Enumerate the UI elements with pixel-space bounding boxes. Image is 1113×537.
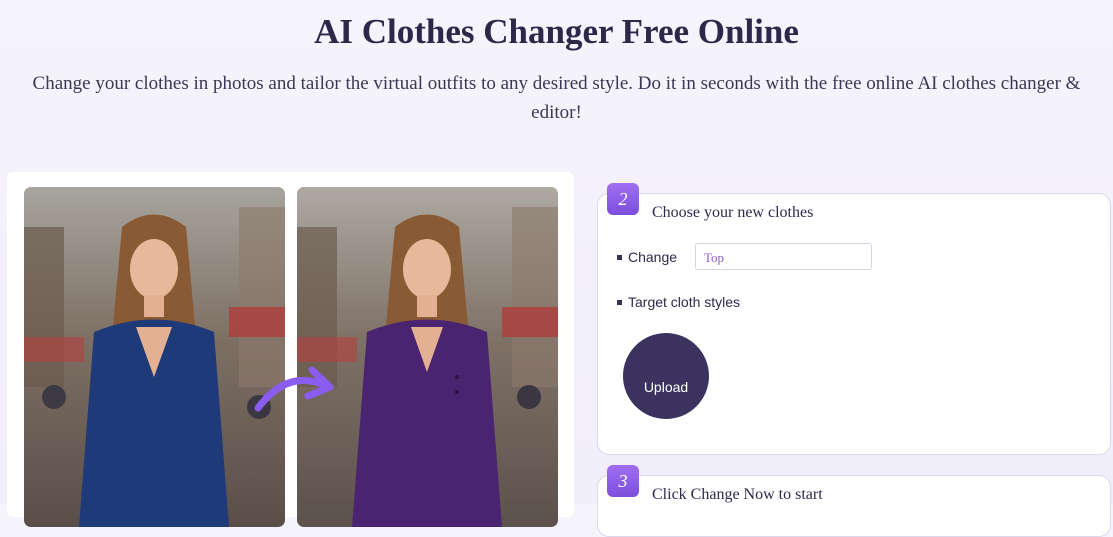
step-3-title: Click Change Now to start — [652, 486, 823, 503]
step-3-card: 3 Click Change Now to start — [597, 465, 1111, 537]
target-style-label: Target cloth styles — [628, 294, 741, 310]
target-style-option: Target cloth styles — [617, 294, 740, 310]
transform-arrow-icon — [254, 366, 334, 412]
before-after-preview — [7, 172, 574, 527]
step-2-title: Choose your new clothes — [652, 204, 814, 221]
bullet-icon — [617, 299, 622, 305]
page-subtitle: Change your clothes in photos and tailor… — [32, 73, 1081, 123]
step-2-card: 2 Choose your new clothes Change Top Tar… — [597, 183, 1111, 455]
step-2-badge: 2 — [607, 183, 639, 215]
change-option: Change — [617, 249, 677, 265]
before-photo — [24, 187, 285, 527]
change-label: Change — [628, 249, 678, 265]
change-select[interactable]: Top — [695, 243, 872, 270]
upload-button[interactable]: Upload — [623, 333, 709, 419]
after-photo — [297, 187, 558, 527]
bullet-icon — [617, 254, 622, 260]
page-title: AI Clothes Changer Free Online — [314, 12, 799, 51]
step-3-badge: 3 — [607, 465, 639, 497]
